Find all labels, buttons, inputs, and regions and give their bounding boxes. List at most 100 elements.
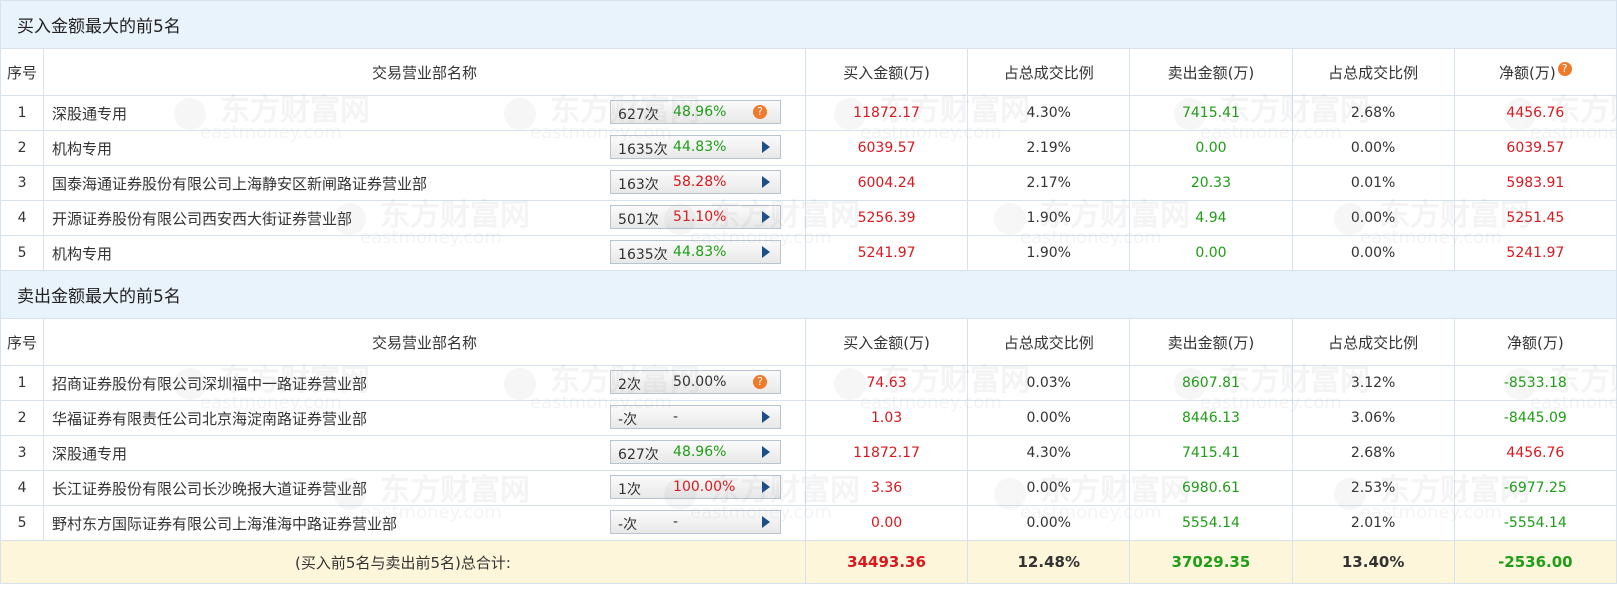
buy-ratio: 4.30% bbox=[967, 95, 1131, 131]
column-header-label: 买入金额(万) bbox=[843, 333, 930, 352]
sell-ratio: 0.00% bbox=[1291, 130, 1455, 166]
branch-name-link[interactable]: 机构专用 bbox=[52, 243, 112, 264]
column-header-label: 卖出金额(万) bbox=[1167, 63, 1255, 82]
help-icon[interactable]: ? bbox=[753, 105, 768, 119]
branch-stat-box[interactable]: 1635次 44.83% bbox=[610, 240, 782, 264]
sell-ratio: 2.53% bbox=[1291, 470, 1455, 506]
branch-stat-box[interactable]: 163次 58.28% bbox=[610, 170, 782, 194]
table-row: 3 国泰海通证券股份有限公司上海静安区新闸路证券营业部 163次 58.28% 6004… bbox=[0, 165, 1617, 201]
row-index: 4 bbox=[0, 470, 45, 506]
table-row: 5 野村东方国际证券有限公司上海淮海中路证券营业部 -次 - 0.00 0.00% 5554… bbox=[0, 505, 1617, 541]
branch-stat-box[interactable]: 1635次 44.83% bbox=[610, 135, 782, 159]
sell-amount: 20.33 bbox=[1129, 165, 1293, 201]
win-rate: 44.83% bbox=[673, 244, 727, 260]
net-amount: 5983.91 bbox=[1453, 165, 1617, 201]
column-header-buy: 买入金额(万) bbox=[804, 318, 969, 366]
buy-top5-title-row: 买入金额最大的前5名 bbox=[0, 0, 1617, 49]
total-sell-ratio: 13.40% bbox=[1291, 540, 1455, 584]
branch-name-link[interactable]: 开源证券股份有限公司西安西大街证券营业部 bbox=[52, 208, 352, 229]
help-icon[interactable]: ? bbox=[753, 375, 768, 389]
net-amount: -6977.25 bbox=[1453, 470, 1617, 506]
total-sell: 37029.35 bbox=[1129, 540, 1293, 584]
appearance-count: 501次 bbox=[618, 212, 659, 228]
appearance-count: 627次 bbox=[618, 447, 659, 463]
total-net: -2536.00 bbox=[1453, 540, 1617, 584]
column-header-label: 净额(万) bbox=[1507, 333, 1564, 352]
branch-stat-box[interactable]: 627次 48.96% bbox=[610, 440, 782, 464]
lhb-detail-panel: 买入金额最大的前5名 序号 交易营业部名称 买入金额(万) 占总成交比例 卖出金额(万) 占… bbox=[0, 0, 1617, 594]
branch-name-link[interactable]: 国泰海通证券股份有限公司上海静安区新闸路证券营业部 bbox=[52, 173, 427, 194]
net-amount: 5241.97 bbox=[1453, 235, 1617, 271]
branch-name-cell: 长江证券股份有限公司长沙晚报大道证券营业部 1次 100.00% bbox=[43, 470, 806, 506]
column-header-label: 卖出金额(万) bbox=[1167, 333, 1255, 352]
play-arrow-icon[interactable] bbox=[762, 411, 771, 423]
buy-ratio: 2.19% bbox=[967, 130, 1131, 166]
buy-top5-header-row: 序号 交易营业部名称 买入金额(万) 占总成交比例 卖出金额(万) 占总成交比例 净额(万)… bbox=[0, 48, 1617, 96]
buy-ratio: 0.03% bbox=[967, 365, 1131, 401]
row-index: 3 bbox=[0, 165, 45, 201]
branch-stat-box[interactable]: 1次 100.00% bbox=[610, 475, 782, 499]
branch-name-cell: 深股通专用 627次 48.96%? bbox=[43, 95, 806, 131]
column-header-label: 交易营业部名称 bbox=[372, 333, 478, 352]
table-row: 1 深股通专用 627次 48.96%? 11872.17 4.30% 7415.41 2.6… bbox=[0, 95, 1617, 131]
row-index: 4 bbox=[0, 200, 45, 236]
play-arrow-icon[interactable] bbox=[762, 446, 771, 458]
buy-amount: 3.36 bbox=[804, 470, 969, 506]
buy-amount: 11872.17 bbox=[804, 95, 969, 131]
sell-amount: 8607.81 bbox=[1129, 365, 1293, 401]
net-amount: -5554.14 bbox=[1453, 505, 1617, 541]
column-header-buy: 买入金额(万) bbox=[804, 48, 969, 96]
win-rate: 51.10% bbox=[673, 209, 727, 225]
branch-stat-box[interactable]: 501次 51.10% bbox=[610, 205, 782, 229]
net-amount: -8533.18 bbox=[1453, 365, 1617, 401]
branch-name-link[interactable]: 深股通专用 bbox=[52, 103, 127, 124]
branch-stat-box[interactable]: -次 - bbox=[610, 510, 782, 534]
win-rate: - bbox=[673, 514, 679, 530]
branch-name-link[interactable]: 机构专用 bbox=[52, 138, 112, 159]
appearance-count: -次 bbox=[618, 517, 638, 533]
branch-stat-box[interactable]: 2次 50.00%? bbox=[610, 370, 782, 394]
branch-stat-box[interactable]: -次 - bbox=[610, 405, 782, 429]
appearance-count: -次 bbox=[618, 412, 638, 428]
branch-name-cell: 野村东方国际证券有限公司上海淮海中路证券营业部 -次 - bbox=[43, 505, 806, 541]
table-row: 3 深股通专用 627次 48.96% 11872.17 4.30% 7415.41 2.68… bbox=[0, 435, 1617, 471]
sell-top5-title: 卖出金额最大的前5名 bbox=[0, 270, 1617, 319]
branch-name-cell: 华福证券有限责任公司北京海淀南路证券营业部 -次 - bbox=[43, 400, 806, 436]
sell-ratio: 3.06% bbox=[1291, 400, 1455, 436]
column-header-net: 净额(万) bbox=[1453, 318, 1617, 366]
play-arrow-icon[interactable] bbox=[762, 516, 771, 528]
buy-amount: 5256.39 bbox=[804, 200, 969, 236]
appearance-count: 1635次 bbox=[618, 142, 668, 158]
branch-name-link[interactable]: 深股通专用 bbox=[52, 443, 127, 464]
row-index: 3 bbox=[0, 435, 45, 471]
column-header-label: 买入金额(万) bbox=[843, 63, 930, 82]
play-arrow-icon[interactable] bbox=[762, 481, 771, 493]
branch-name-link[interactable]: 华福证券有限责任公司北京海淀南路证券营业部 bbox=[52, 408, 367, 429]
column-header-idx: 序号 bbox=[0, 318, 45, 366]
play-arrow-icon[interactable] bbox=[762, 176, 771, 188]
win-rate: 58.28% bbox=[673, 174, 727, 190]
play-arrow-icon[interactable] bbox=[762, 141, 771, 153]
appearance-count: 627次 bbox=[618, 107, 659, 123]
win-rate: 100.00% bbox=[673, 479, 736, 495]
table-row: 4 长江证券股份有限公司长沙晚报大道证券营业部 1次 100.00% 3.36 0.00%… bbox=[0, 470, 1617, 506]
row-index: 2 bbox=[0, 400, 45, 436]
branch-name-link[interactable]: 招商证券股份有限公司深圳福中一路证券营业部 bbox=[52, 373, 367, 394]
net-amount: 6039.57 bbox=[1453, 130, 1617, 166]
net-amount: 4456.76 bbox=[1453, 435, 1617, 471]
branch-name-cell: 开源证券股份有限公司西安西大街证券营业部 501次 51.10% bbox=[43, 200, 806, 236]
branch-name-cell: 机构专用 1635次 44.83% bbox=[43, 235, 806, 271]
sell-ratio: 3.12% bbox=[1291, 365, 1455, 401]
branch-name-link[interactable]: 野村东方国际证券有限公司上海淮海中路证券营业部 bbox=[52, 513, 397, 534]
total-row: (买入前5名与卖出前5名)总合计: 34493.36 12.48% 37029.35 1… bbox=[0, 540, 1617, 584]
branch-name-link[interactable]: 长江证券股份有限公司长沙晚报大道证券营业部 bbox=[52, 478, 367, 499]
table-row: 2 华福证券有限责任公司北京海淀南路证券营业部 -次 - 1.03 0.00% 8446.1… bbox=[0, 400, 1617, 436]
play-arrow-icon[interactable] bbox=[762, 211, 771, 223]
column-header-net: 净额(万)? bbox=[1453, 48, 1617, 96]
play-arrow-icon[interactable] bbox=[762, 246, 771, 258]
branch-stat-box[interactable]: 627次 48.96%? bbox=[610, 100, 782, 124]
sell-ratio: 0.01% bbox=[1291, 165, 1455, 201]
help-icon[interactable]: ? bbox=[1557, 61, 1572, 76]
sell-ratio: 0.00% bbox=[1291, 235, 1455, 271]
column-header-buy_ratio: 占总成交比例 bbox=[967, 318, 1131, 366]
